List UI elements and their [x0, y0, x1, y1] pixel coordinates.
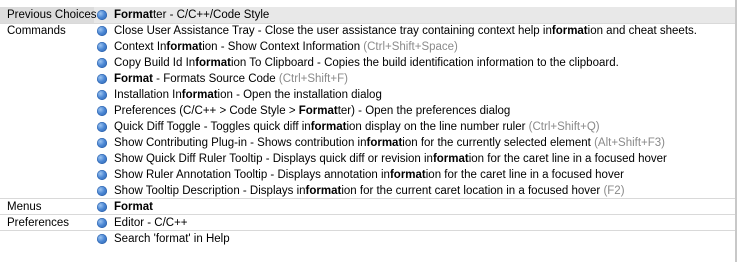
result-text: Editor - C/C++: [114, 217, 188, 229]
result-text: Format: [114, 201, 153, 213]
result-row-show-contributing-plugin[interactable]: Show Contributing Plug-in - Shows contri…: [0, 135, 737, 151]
result-row-quick-diff-toggle[interactable]: Quick Diff Toggle - Toggles quick diff i…: [0, 119, 737, 135]
command-bullet-icon: [97, 154, 107, 164]
result-row-tooltip-description[interactable]: Show Tooltip Description - Displays info…: [0, 183, 737, 199]
command-bullet-icon: [97, 58, 107, 68]
result-row-formatter-code-style[interactable]: Previous Choices Formatter - C/C++/Code …: [0, 7, 737, 23]
command-bullet-icon: [97, 10, 107, 20]
command-bullet-icon: [97, 106, 107, 116]
preference-bullet-icon: [97, 218, 107, 228]
command-bullet-icon: [97, 170, 107, 180]
result-text: Format - Formats Source Code (Ctrl+Shift…: [114, 73, 348, 85]
result-row-format-menu[interactable]: Format: [0, 199, 737, 215]
result-text: Show Quick Diff Ruler Tooltip - Displays…: [114, 153, 667, 165]
command-bullet-icon: [97, 186, 107, 196]
result-text: Formatter - C/C++/Code Style: [114, 9, 270, 21]
result-text: Search 'format' in Help: [114, 233, 230, 245]
result-text: Show Ruler Annotation Tooltip - Displays…: [114, 169, 624, 181]
result-row-search-in-help[interactable]: Search 'format' in Help: [0, 231, 737, 247]
result-text: Context Information - Show Context Infor…: [114, 41, 458, 53]
result-row-quick-diff-ruler-tooltip[interactable]: Show Quick Diff Ruler Tooltip - Displays…: [0, 151, 737, 167]
command-bullet-icon: [97, 138, 107, 148]
command-bullet-icon: [97, 42, 107, 52]
result-text: Show Tooltip Description - Displays info…: [114, 185, 625, 197]
command-bullet-icon: [97, 122, 107, 132]
result-row-close-user-assistance-tray[interactable]: Close User Assistance Tray - Close the u…: [0, 23, 737, 39]
result-row-format-source[interactable]: Format - Formats Source Code (Ctrl+Shift…: [0, 71, 737, 87]
result-row-ruler-annotation-tooltip[interactable]: Show Ruler Annotation Tooltip - Displays…: [0, 167, 737, 183]
result-row-copy-build-id[interactable]: Copy Build Id Information To Clipboard -…: [0, 55, 737, 71]
quick-access-results: Previous Choices Formatter - C/C++/Code …: [0, 0, 737, 262]
result-row-preferences-formatter[interactable]: Preferences (C/C++ > Code Style > Format…: [0, 103, 737, 119]
result-text: Preferences (C/C++ > Code Style > Format…: [114, 105, 511, 117]
command-bullet-icon: [97, 74, 107, 84]
result-text: Show Contributing Plug-in - Shows contri…: [114, 137, 666, 149]
result-row-context-information[interactable]: Context Information - Show Context Infor…: [0, 39, 737, 55]
result-text: Copy Build Id Information To Clipboard -…: [114, 57, 619, 69]
result-text: Close User Assistance Tray - Close the u…: [114, 25, 697, 37]
result-text: Quick Diff Toggle - Toggles quick diff i…: [114, 121, 600, 133]
command-bullet-icon: [97, 90, 107, 100]
group-label-previous-choices: Previous Choices: [7, 9, 97, 21]
result-row-editor-cpp[interactable]: Editor - C/C++: [0, 215, 737, 231]
menu-bullet-icon: [97, 202, 107, 212]
result-text: Installation Information - Open the inst…: [114, 89, 382, 101]
result-row-installation-information[interactable]: Installation Information - Open the inst…: [0, 87, 737, 103]
help-bullet-icon: [97, 234, 107, 244]
command-bullet-icon: [97, 26, 107, 36]
